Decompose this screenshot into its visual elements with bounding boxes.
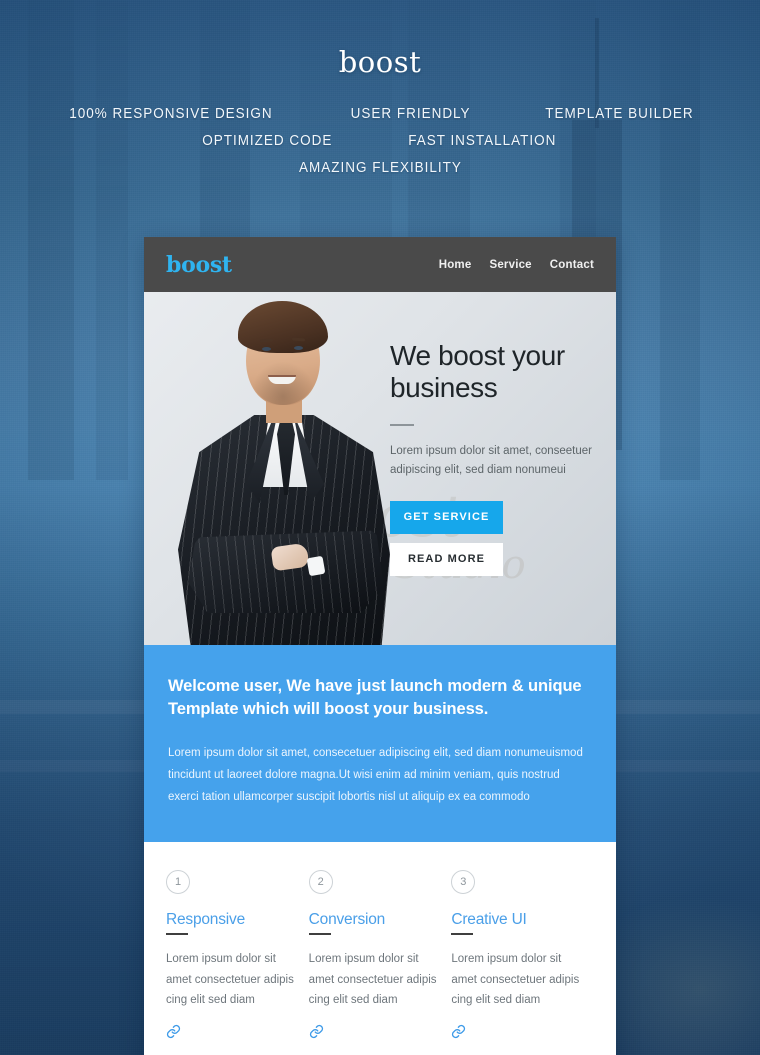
feature-title: Creative UI bbox=[451, 911, 527, 929]
banner-feature-row: OPTIMIZED CODE FAST INSTALLATION bbox=[0, 132, 760, 149]
nav-link-service[interactable]: Service bbox=[489, 259, 531, 271]
banner-feature-row: 100% RESPONSIVE DESIGN USER FRIENDLY TEM… bbox=[0, 105, 760, 122]
feature-description: Lorem ipsum dolor sit amet consectetuer … bbox=[166, 953, 294, 1007]
template-logo: boost bbox=[166, 251, 232, 278]
feature-column: 1 Responsive Lorem ipsum dolor sit amet … bbox=[166, 870, 309, 1044]
banner-feature-item: TEMPLATE BUILDER bbox=[545, 105, 694, 122]
chain-link-icon[interactable] bbox=[309, 1024, 324, 1039]
banner-feature-item: OPTIMIZED CODE bbox=[202, 132, 333, 149]
feature-description: Lorem ipsum dolor sit amet consectetuer … bbox=[451, 953, 580, 1007]
chain-link-icon[interactable] bbox=[166, 1024, 181, 1039]
nav-link-contact[interactable]: Contact bbox=[550, 259, 594, 271]
feature-number-badge: 2 bbox=[308, 870, 333, 895]
feature-number-badge: 1 bbox=[166, 870, 190, 895]
feature-title-underline bbox=[166, 933, 188, 936]
feature-column: 3 Creative UI Lorem ipsum dolor sit amet… bbox=[451, 870, 594, 1044]
businessman-crossed-arms bbox=[188, 530, 384, 613]
banner-feature-row: AMAZING FLEXIBILITY bbox=[0, 159, 760, 176]
screenshot-stage: boost 100% RESPONSIVE DESIGN USER FRIEND… bbox=[0, 0, 760, 1055]
banner-feature-item: USER FRIENDLY bbox=[350, 105, 471, 122]
banner-feature-item: 100% RESPONSIVE DESIGN bbox=[69, 105, 273, 122]
template-hero: boost Studio bbox=[144, 292, 616, 645]
banner-feature-list: 100% RESPONSIVE DESIGN USER FRIENDLY TEM… bbox=[0, 105, 760, 176]
hero-divider bbox=[390, 423, 414, 426]
hero-businessman-photo bbox=[154, 295, 404, 645]
feature-description: Lorem ipsum dolor sit amet consectetuer … bbox=[308, 953, 437, 1007]
feature-title-underline bbox=[451, 933, 474, 936]
businessman-shirt-cuff bbox=[306, 555, 326, 577]
hero-subtext: Lorem ipsum dolor sit amet, conseetuer a… bbox=[390, 444, 592, 476]
hero-copy: We boost your business Lorem ipsum dolor… bbox=[390, 340, 602, 577]
feature-column: 2 Conversion Lorem ipsum dolor sit amet … bbox=[308, 870, 452, 1044]
businessman-eye-right bbox=[294, 346, 303, 350]
feature-title: Conversion bbox=[308, 911, 386, 929]
promo-banner: boost 100% RESPONSIVE DESIGN USER FRIEND… bbox=[0, 0, 760, 177]
feature-number-badge: 3 bbox=[451, 870, 476, 895]
feature-title-underline bbox=[308, 933, 331, 936]
hero-button-group: GET SERVICE READ MORE bbox=[390, 501, 602, 577]
banner-feature-item: FAST INSTALLATION bbox=[408, 132, 557, 149]
chain-link-icon[interactable] bbox=[451, 1024, 466, 1039]
banner-feature-item: AMAZING FLEXIBILITY bbox=[298, 159, 462, 176]
get-service-button[interactable]: GET SERVICE bbox=[390, 501, 503, 535]
hero-heading: We boost your business bbox=[390, 340, 565, 404]
banner-title: boost bbox=[338, 45, 422, 79]
template-welcome-section: Welcome user, We have just launch modern… bbox=[144, 645, 616, 843]
template-features-section: 1 Responsive Lorem ipsum dolor sit amet … bbox=[144, 842, 616, 1055]
feature-title: Responsive bbox=[166, 911, 245, 929]
template-nav-links: Home Service Contact bbox=[439, 259, 594, 271]
nav-link-home[interactable]: Home bbox=[439, 259, 472, 271]
email-template-preview: boost Home Service Contact boost Studio bbox=[144, 237, 616, 1055]
businessman-hair bbox=[238, 301, 328, 353]
template-navbar: boost Home Service Contact bbox=[144, 237, 616, 292]
read-more-button[interactable]: READ MORE bbox=[390, 543, 503, 577]
welcome-body-text: Lorem ipsum dolor sit amet, consecetuer … bbox=[168, 746, 583, 803]
welcome-heading: Welcome user, We have just launch modern… bbox=[168, 677, 582, 719]
businessman-eye-left bbox=[262, 347, 271, 351]
